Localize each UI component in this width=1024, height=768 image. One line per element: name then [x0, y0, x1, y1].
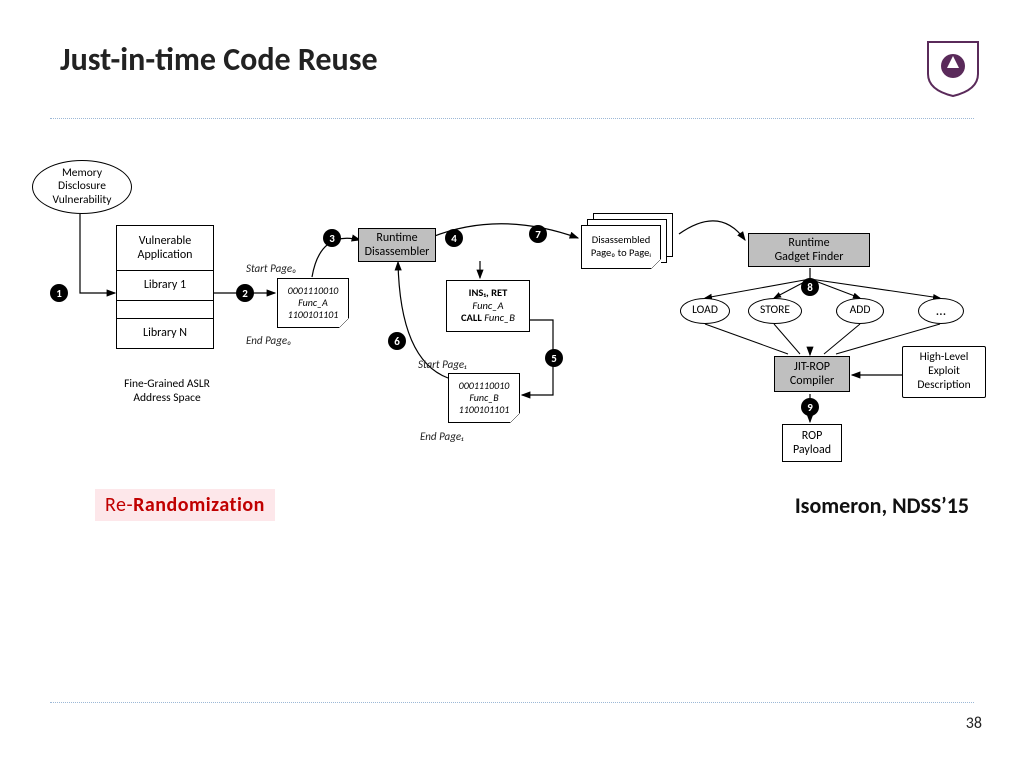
- label-end-page1: End Page₁: [420, 430, 464, 443]
- node-rop-payload: ROP Payload: [782, 424, 842, 462]
- node-more: …: [918, 298, 964, 324]
- step-6: 6: [388, 332, 406, 350]
- node-page1: 0001110010 Func_B 1100101101: [448, 373, 520, 423]
- node-library-1: Library 1: [116, 271, 214, 301]
- label-end-page0: End Page₀: [246, 334, 291, 347]
- node-library-n: Library N: [116, 319, 214, 349]
- page-title: Just-in-time Code Reuse: [60, 40, 378, 79]
- step-8: 8: [801, 278, 819, 296]
- node-store: STORE: [748, 298, 802, 324]
- node-add: ADD: [836, 298, 884, 324]
- divider-bottom: [50, 702, 974, 703]
- node-load: LOAD: [680, 298, 730, 324]
- node-ins-ret: INS₁, RET Func_A CALL Func_B: [446, 280, 530, 332]
- node-disassembled-pages: Disassembled Page₀ to Pageᵢ: [581, 225, 661, 269]
- node-exploit-description: High-Level Exploit Description: [902, 346, 986, 398]
- node-address-space: Vulnerable Application Library 1 Library…: [116, 225, 214, 349]
- step-7: 7: [529, 225, 547, 243]
- university-logo-icon: [924, 38, 982, 98]
- citation: Isomeron, NDSS’15: [795, 492, 969, 519]
- node-runtime-disassembler: Runtime Disassembler: [358, 228, 436, 262]
- node-memory-vuln: Memory Disclosure Vulnerability: [32, 160, 132, 214]
- step-2: 2: [236, 284, 254, 302]
- step-4: 4: [445, 229, 463, 247]
- node-jit-rop: JIT-ROP Compiler: [774, 356, 850, 392]
- node-vulnerable-app: Vulnerable Application: [116, 225, 214, 271]
- step-5: 5: [545, 349, 563, 367]
- page-number: 38: [966, 714, 982, 733]
- label-aslr: Fine-Grained ASLR Address Space: [112, 378, 222, 406]
- label-start-page1: Start Page₁: [418, 358, 467, 371]
- node-page0: 0001110010 Func_A 1100101101: [277, 278, 349, 328]
- node-gadget-finder: Runtime Gadget Finder: [748, 233, 870, 267]
- step-3: 3: [323, 229, 341, 247]
- step-9: 9: [801, 398, 819, 416]
- node-library-gap: [116, 301, 214, 319]
- step-1: 1: [50, 284, 68, 302]
- divider-top: [50, 118, 974, 119]
- highlight-rerandomization: Re-Randomization: [95, 489, 275, 521]
- label-start-page0: Start Page₀: [246, 262, 296, 275]
